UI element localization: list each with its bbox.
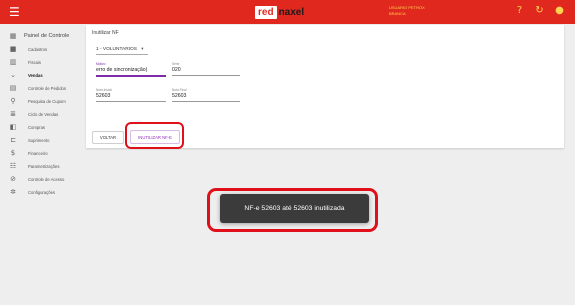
nota-inicial-input[interactable]: 52603 xyxy=(96,93,166,102)
folder-icon: ■ xyxy=(9,45,17,53)
user-branch: BRANCA xyxy=(389,11,406,16)
sidebar-item-label: Suprimento xyxy=(28,137,50,143)
sidebar-item-label: Parametrizações xyxy=(28,163,60,169)
sidebar-item-parametrizacoes[interactable]: ☷ Parametrizações xyxy=(0,160,86,172)
nota-inicial-field[interactable]: Nota Inicial 52603 xyxy=(96,88,166,102)
motivo-input[interactable]: erro de sincronização| xyxy=(96,67,166,77)
sidebar-item-label: Controle de Acesso xyxy=(28,176,65,182)
logo-part-naxel: naxel xyxy=(278,6,305,18)
top-actions: ? ↻ ● xyxy=(514,5,565,16)
sidebar-item-label: Configurações xyxy=(28,189,56,195)
box-icon: ⊏ xyxy=(10,136,16,144)
sidebar-item-cadastros[interactable]: ■ Cadastros xyxy=(0,43,86,55)
lock-icon: ⊘ xyxy=(10,175,16,183)
sidebar-item-suprimento[interactable]: ⊏ Suprimento xyxy=(0,134,86,146)
money-icon: $ xyxy=(10,149,16,157)
serie-select-value: 1 - VOLUNTARIOS xyxy=(96,47,137,52)
submit-button-highlight xyxy=(125,122,184,149)
chevron-down-icon: ⌄ xyxy=(10,71,16,79)
settings-list-icon: ☷ xyxy=(9,162,17,170)
sidebar-item-label: Ciclo de Vendas xyxy=(28,111,59,117)
hamburger-icon[interactable]: ☰ xyxy=(9,5,20,19)
nota-final-label: Nota Final xyxy=(172,88,187,92)
chevron-down-icon: ▼ xyxy=(140,46,145,51)
sidebar-item-label: Pesquisa de Cupom xyxy=(28,98,66,104)
top-app-bar: ☰ red naxel USUARIO PETROX BRANCA ? ↻ ● xyxy=(0,0,575,24)
sidebar-item-label: Controle de Pedidos xyxy=(28,85,66,91)
sidebar-item-label: Vendas xyxy=(28,72,43,78)
snackbar-toast: NF-e 52603 até 52603 inutilizada xyxy=(220,194,369,223)
serie-select[interactable]: 1 - VOLUNTARIOS ▼ xyxy=(96,46,148,55)
nota-inicial-label: Nota Inicial xyxy=(96,88,112,92)
sidebar-item-label: Painel de Controle xyxy=(24,33,70,39)
calendar-icon: ▤ xyxy=(9,84,17,92)
list-icon: ≣ xyxy=(10,110,16,118)
logo: red naxel xyxy=(255,5,304,19)
cart-icon: ◧ xyxy=(9,123,17,131)
sidebar-item-painel-de-controle[interactable]: ▦ Painel de Controle xyxy=(0,30,86,42)
back-button[interactable]: VOLTAR xyxy=(92,131,124,144)
serie-field[interactable]: Série 020 xyxy=(172,62,240,76)
user-info: USUARIO PETROX BRANCA xyxy=(389,5,425,17)
barcode-icon: ▥ xyxy=(9,58,17,66)
serie-input[interactable]: 020 xyxy=(172,67,240,76)
help-icon[interactable]: ? xyxy=(514,5,525,16)
nota-final-field[interactable]: Nota Final 52603 xyxy=(172,88,240,102)
gear-icon: ✲ xyxy=(10,188,16,196)
serie-label: Série xyxy=(172,62,180,66)
sidebar-item-controle-de-acesso[interactable]: ⊘ Controle de Acesso xyxy=(0,173,86,185)
sidebar-item-compras[interactable]: ◧ Compras xyxy=(0,121,86,133)
sidebar-item-vendas[interactable]: ⌄ Vendas xyxy=(0,69,86,81)
sidebar-item-label: Fiscais xyxy=(28,59,42,65)
sidebar-item-controle-de-pedidos[interactable]: ▤ Controle de Pedidos xyxy=(0,82,86,94)
sidebar: ▦ Painel de Controle ■ Cadastros ▥ Fisca… xyxy=(0,24,86,305)
sidebar-item-pesquisa-de-cupom[interactable]: ⚲ Pesquisa de Cupom xyxy=(0,95,86,107)
sidebar-item-financeiro[interactable]: $ Financeiro xyxy=(0,147,86,159)
sidebar-item-fiscais[interactable]: ▥ Fiscais xyxy=(0,56,86,68)
nota-final-input[interactable]: 52603 xyxy=(172,93,240,102)
sidebar-item-label: Cadastros xyxy=(28,46,48,52)
logo-part-red: red xyxy=(255,5,277,19)
sidebar-item-label: Financeiro xyxy=(28,150,48,156)
motivo-field[interactable]: Motivo erro de sincronização| xyxy=(96,62,166,77)
user-icon[interactable]: ● xyxy=(554,5,565,16)
sidebar-item-ciclo-de-vendas[interactable]: ≣ Ciclo de Vendas xyxy=(0,108,86,120)
motivo-label: Motivo xyxy=(96,62,106,66)
sidebar-item-configuracoes[interactable]: ✲ Configurações xyxy=(0,186,86,198)
sidebar-item-label: Compras xyxy=(28,124,45,130)
dashboard-icon: ▦ xyxy=(9,32,17,40)
toast-message: NF-e 52603 até 52603 inutilizada xyxy=(244,205,345,212)
page-title: Inutilizar NF xyxy=(92,30,119,36)
refresh-icon[interactable]: ↻ xyxy=(534,5,545,16)
search-icon: ⚲ xyxy=(10,97,16,105)
